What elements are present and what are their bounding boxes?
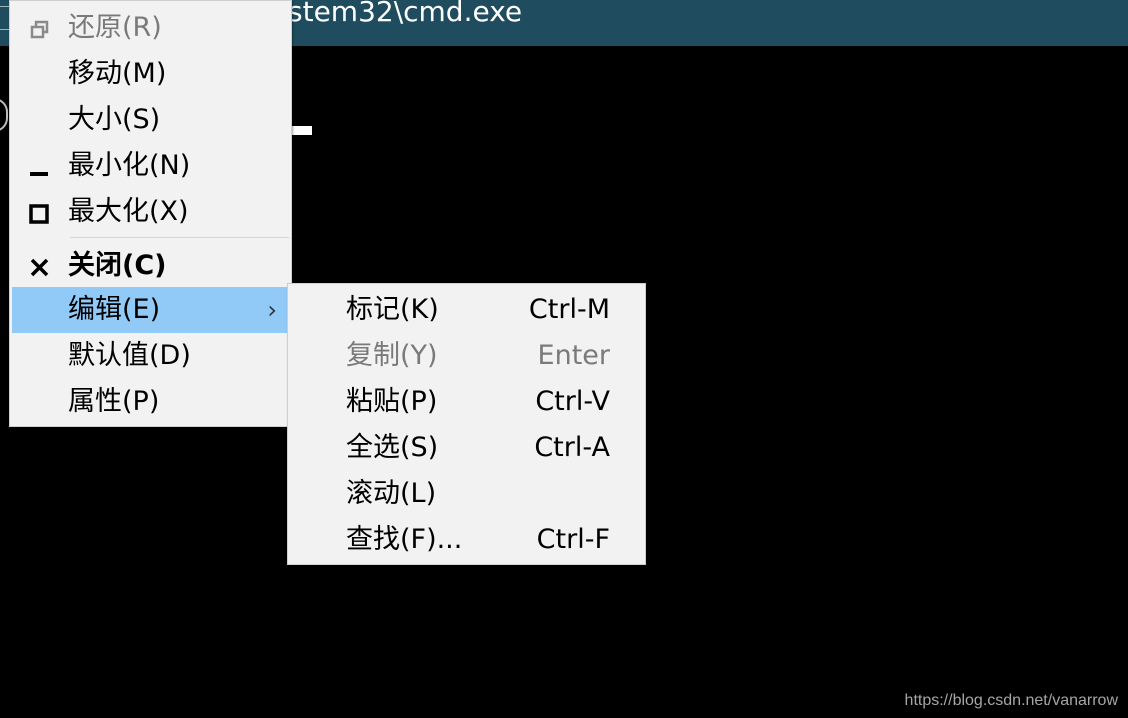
submenu-item-scroll[interactable]: 滚动(L) <box>290 471 643 517</box>
menu-item-label: 最小化(N) <box>68 150 191 181</box>
menu-item-maximize[interactable]: 最大化(X) <box>12 189 289 235</box>
restore-icon <box>28 17 52 39</box>
submenu-item-select-all[interactable]: 全选(S) Ctrl-A <box>290 425 643 471</box>
menu-item-label: 大小(S) <box>68 104 161 135</box>
menu-item-label: 移动(M) <box>68 58 167 89</box>
text-cursor <box>292 126 312 135</box>
menu-item-shortcut: Enter <box>537 340 610 371</box>
menu-item-properties[interactable]: 属性(P) <box>12 379 289 425</box>
submenu-item-mark[interactable]: 标记(K) Ctrl-M <box>290 287 643 333</box>
menu-item-label: 还原(R) <box>68 12 162 43</box>
prompt-glyph <box>0 98 8 132</box>
submenu-item-copy[interactable]: 复制(Y) Enter <box>290 333 643 379</box>
menu-item-label: 属性(P) <box>68 386 160 417</box>
menu-item-label: 标记(K) <box>346 294 439 325</box>
menu-item-label: 编辑(E) <box>68 294 161 325</box>
submenu-item-find[interactable]: 查找(F)... Ctrl-F <box>290 517 643 563</box>
menu-item-size[interactable]: 大小(S) <box>12 97 289 143</box>
menu-item-label: 全选(S) <box>346 432 439 463</box>
menu-item-shortcut: Ctrl-A <box>534 432 610 463</box>
menu-item-label: 滚动(L) <box>346 478 437 509</box>
system-menu: 还原(R) 移动(M) 大小(S) 最小化(N) 最大化(X) 关闭(C) 编辑… <box>9 0 292 427</box>
menu-item-label: 关闭(C) <box>68 250 167 281</box>
menu-item-minimize[interactable]: 最小化(N) <box>12 143 289 189</box>
submenu-item-paste[interactable]: 粘贴(P) Ctrl-V <box>290 379 643 425</box>
menu-item-shortcut: Ctrl-V <box>535 386 610 417</box>
menu-item-shortcut: Ctrl-M <box>528 294 610 325</box>
menu-item-label: 查找(F)... <box>346 524 463 555</box>
menu-item-label: 复制(Y) <box>346 340 438 371</box>
menu-separator <box>70 237 289 238</box>
menu-item-restore[interactable]: 还原(R) <box>12 5 289 51</box>
menu-item-move[interactable]: 移动(M) <box>12 51 289 97</box>
maximize-icon <box>28 201 52 224</box>
menu-item-label: 粘贴(P) <box>346 386 438 417</box>
menu-item-close[interactable]: 关闭(C) <box>12 243 289 289</box>
menu-item-edit[interactable]: 编辑(E) › <box>12 287 291 333</box>
edit-submenu: 标记(K) Ctrl-M 复制(Y) Enter 粘贴(P) Ctrl-V 全选… <box>287 283 646 565</box>
menu-item-defaults[interactable]: 默认值(D) <box>12 333 289 379</box>
minimize-icon <box>28 155 52 177</box>
close-icon <box>28 255 52 277</box>
menu-item-label: 默认值(D) <box>68 340 191 371</box>
menu-item-label: 最大化(X) <box>68 196 189 227</box>
watermark-text: https://blog.csdn.net/vanarrow <box>904 692 1118 709</box>
chevron-right-icon: › <box>267 296 277 324</box>
menu-item-shortcut: Ctrl-F <box>536 524 610 555</box>
window-title: stem32\cmd.exe <box>288 0 523 28</box>
